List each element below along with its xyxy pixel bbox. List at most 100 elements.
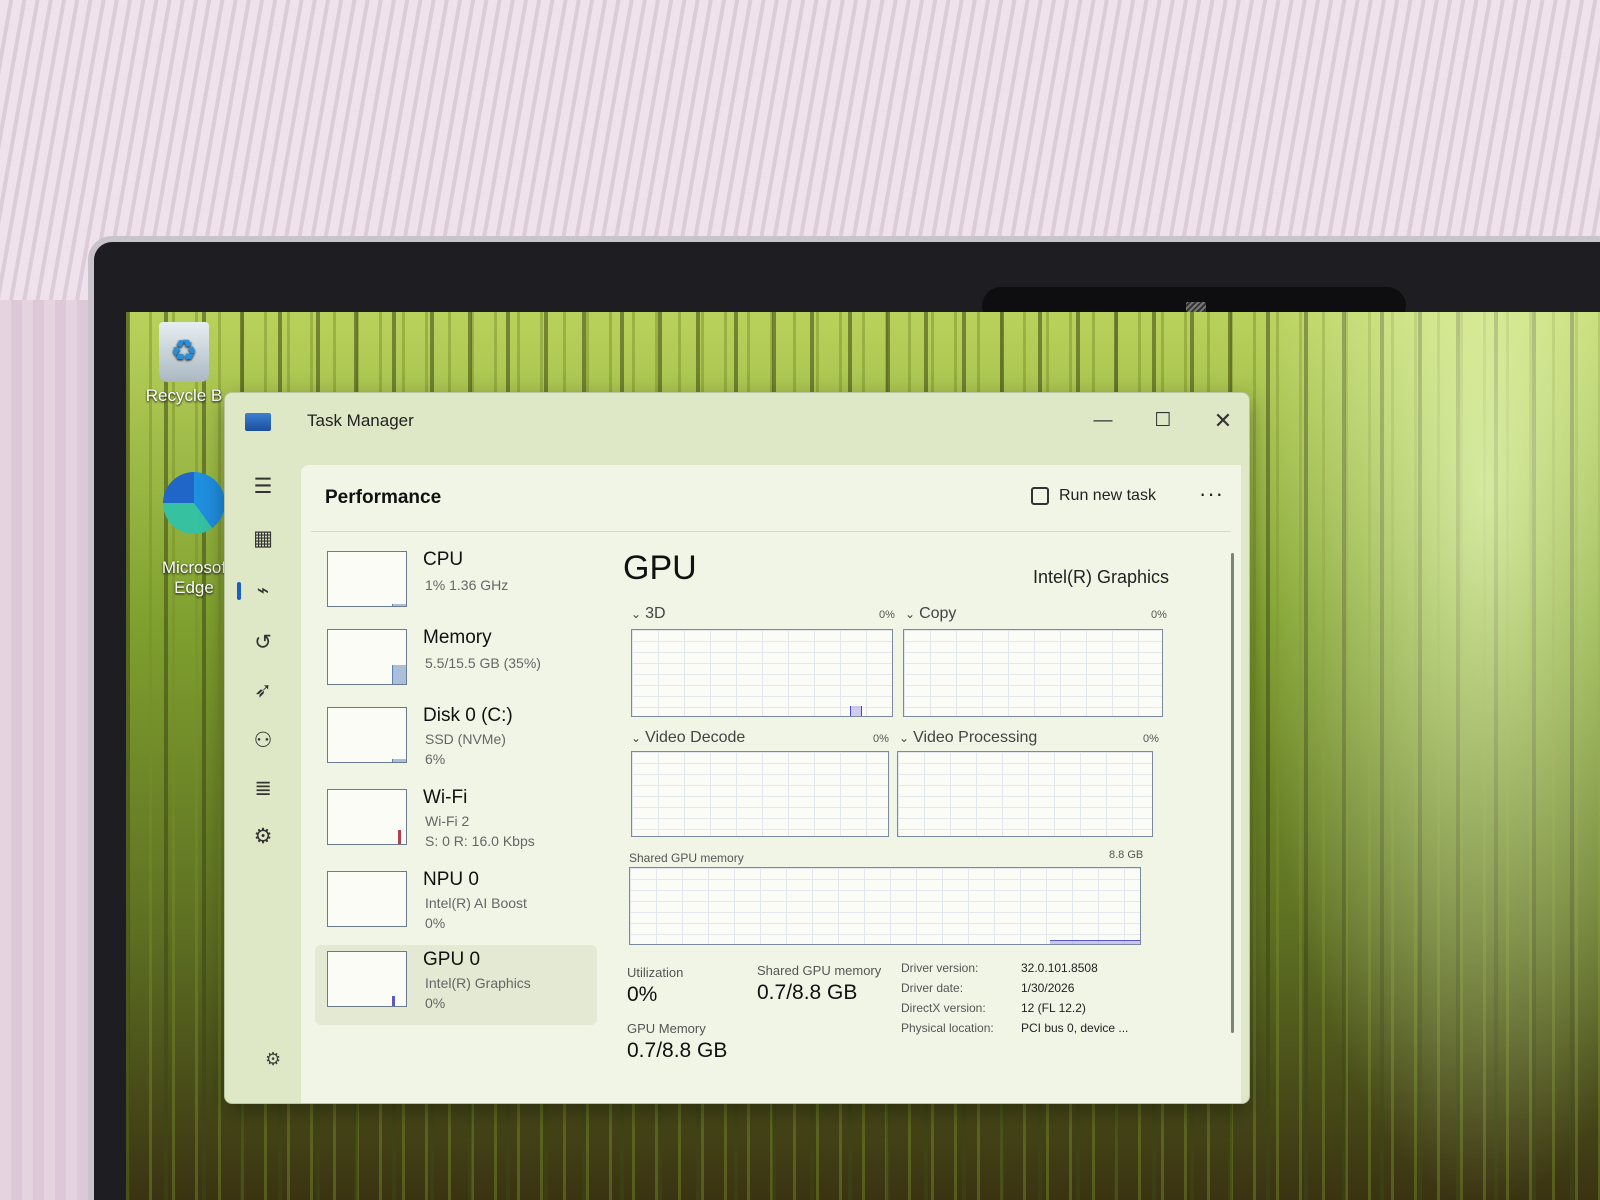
chevron-down-icon: ⌄ [631,731,642,745]
webcam-shutter-icon [1186,302,1206,312]
usage-spike [392,996,395,1006]
performance-icon[interactable]: ⌁ [237,573,283,609]
device-name: NPU 0 [423,869,479,890]
engine-selector-3d[interactable]: ⌄ 3D [631,605,666,623]
engine-graph-3d [631,629,893,717]
device-detail: 1% 1.36 GHz [425,577,509,593]
left-nav: ☰ ▦ ⌁ ↺ ➶ ⚇ ≣ ⚙ ⚙ [225,449,301,1103]
device-name: Wi-Fi [423,787,468,808]
device-name: Disk 0 (C:) [423,705,513,726]
device-thumbnail [327,789,407,845]
device-item-wifi[interactable]: Wi-Fi Wi-Fi 2 S: 0 R: 16.0 Kbps [315,783,597,859]
engine-label: 3D [645,605,666,622]
physical-location-label: Physical location: [901,1021,994,1035]
services-icon[interactable]: ⚙ [243,819,283,855]
engine-graph-video-processing [897,751,1153,837]
recycle-bin-icon: ♻ [159,322,209,382]
utilization-value: 0% [627,983,658,1006]
device-detail-2: S: 0 R: 16.0 Kbps [425,833,535,849]
driver-date-value: 1/30/2026 [1021,981,1075,995]
chevron-down-icon: ⌄ [631,607,642,621]
engine-graph-copy [903,629,1163,717]
device-item-gpu[interactable]: GPU 0 Intel(R) Graphics 0% [315,945,597,1025]
desktop-icon-label: Recycle B [145,386,223,405]
engine-label: Video Processing [913,729,1038,746]
startup-apps-icon[interactable]: ➶ [243,673,283,709]
title-bar[interactable]: Task Manager — ☐ ✕ [225,393,1249,449]
driver-version-label: Driver version: [901,961,979,975]
window-title: Task Manager [307,411,414,430]
directx-version-label: DirectX version: [901,1001,986,1015]
usage-fill [392,665,406,684]
memory-usage-fill [1050,940,1140,944]
engine-percent: 0% [879,609,895,621]
detail-scrollbar[interactable] [1231,553,1234,1033]
utilization-label: Utilization [627,965,684,980]
device-thumbnail [327,871,407,927]
device-item-npu[interactable]: NPU 0 Intel(R) AI Boost 0% [315,865,597,941]
usage-fill [392,604,406,606]
engine-selector-video-processing[interactable]: ⌄ Video Processing [899,729,1037,747]
engine-percent: 0% [1143,733,1159,745]
usage-fill [392,758,406,762]
physical-location-value: PCI bus 0, device ... [1021,1021,1129,1035]
device-detail: Intel(R) AI Boost [425,895,527,911]
directx-version-value: 12 (FL 12.2) [1021,1001,1086,1015]
run-new-task-button[interactable]: Run new task [1031,487,1156,505]
maximize-button[interactable]: ☐ [1143,405,1183,437]
header-divider [311,531,1231,532]
gpu-title: GPU [623,549,697,587]
shared-memory-graph [629,867,1141,945]
details-icon[interactable]: ≣ [243,771,283,807]
edge-icon [163,472,225,534]
gpu-memory-value: 0.7/8.8 GB [627,1039,728,1062]
device-item-cpu[interactable]: CPU 1% 1.36 GHz [315,545,597,621]
device-list: CPU 1% 1.36 GHz Memory 5.5/15.5 GB (35%)… [315,545,605,1085]
engine-label: Video Decode [645,729,746,746]
performance-pane: Performance Run new task ··· CPU 1% 1.36… [301,465,1241,1103]
more-options-icon[interactable]: ··· [1199,481,1224,507]
device-item-memory[interactable]: Memory 5.5/15.5 GB (35%) [315,623,597,699]
device-detail: SSD (NVMe) [425,731,506,747]
desktop-icon-recycle-bin[interactable]: ♻ Recycle B [134,322,234,406]
device-detail: Intel(R) Graphics [425,975,531,991]
engine-label: Copy [919,605,957,622]
app-history-icon[interactable]: ↺ [243,625,283,661]
menu-icon[interactable]: ☰ [243,469,283,505]
device-name: GPU 0 [423,949,481,970]
engine-percent: 0% [873,733,889,745]
gpu-adapter-name: Intel(R) Graphics [1033,567,1170,587]
minimize-button[interactable]: — [1083,405,1123,437]
engine-selector-copy[interactable]: ⌄ Copy [905,605,956,623]
page-title: Performance [325,487,442,508]
device-thumbnail [327,707,407,763]
device-detail: Wi-Fi 2 [425,813,470,829]
settings-icon[interactable]: ⚙ [265,1049,281,1070]
shared-memory-graph-label: Shared GPU memory [629,851,744,865]
shared-memory-graph-max: 8.8 GB [1109,849,1144,861]
driver-version-value: 32.0.101.8508 [1021,961,1098,975]
shared-memory-value: 0.7/8.8 GB [757,981,858,1004]
chevron-down-icon: ⌄ [905,607,916,621]
run-new-task-label: Run new task [1059,487,1156,505]
close-button[interactable]: ✕ [1203,405,1243,437]
device-detail-2: 6% [425,751,446,767]
usage-spike [398,830,401,844]
task-manager-window: Task Manager — ☐ ✕ ☰ ▦ ⌁ ↺ ➶ ⚇ ≣ ⚙ ⚙ Per… [224,392,1250,1104]
wallpaper-glow [1246,312,1600,1200]
device-detail-2: 0% [425,995,446,1011]
device-thumbnail [327,951,407,1007]
device-detail-2: 0% [425,915,446,931]
shared-memory-label: Shared GPU memory [757,963,882,978]
graph-spike [850,706,862,716]
engine-selector-video-decode[interactable]: ⌄ Video Decode [631,729,745,747]
device-thumbnail [327,629,407,685]
device-detail: 5.5/15.5 GB (35%) [425,655,541,671]
device-item-disk[interactable]: Disk 0 (C:) SSD (NVMe) 6% [315,701,597,777]
processes-icon[interactable]: ▦ [243,521,283,557]
device-name: CPU [423,549,464,570]
users-icon[interactable]: ⚇ [243,723,283,759]
gpu-memory-label: GPU Memory [627,1021,706,1036]
task-manager-app-icon [245,413,271,431]
run-task-icon [1031,487,1049,505]
